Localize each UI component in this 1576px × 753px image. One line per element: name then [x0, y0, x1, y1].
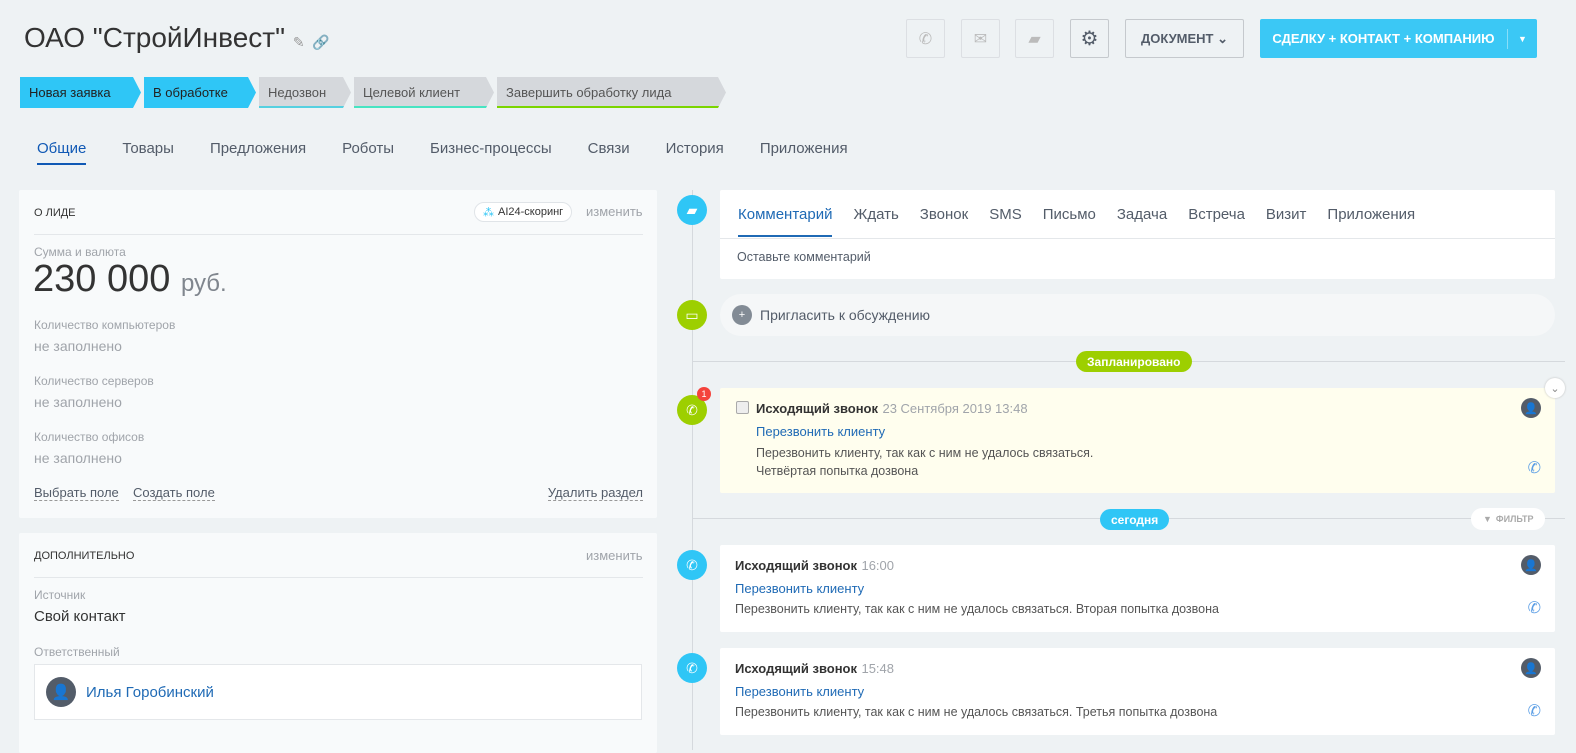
call-event-card: Исходящий звонок 15:48 Перезвонить клиен… [720, 648, 1555, 735]
scoring-badge[interactable]: ⁂ AI24-скоринг [474, 202, 573, 222]
edit-link[interactable]: изменить [586, 204, 643, 219]
tab-apps[interactable]: Приложения [760, 140, 848, 165]
gear-icon: ⚙ [1080, 28, 1099, 50]
phone-icon[interactable]: ✆ [1528, 458, 1541, 478]
extra-card: Дополнительно изменить Источник Свой кон… [19, 533, 657, 753]
section-title: О лиде [34, 207, 76, 219]
settings-button[interactable]: ⚙ [1070, 19, 1109, 58]
invite-input[interactable]: + Пригласить к обсуждению [720, 294, 1555, 336]
create-field-link[interactable]: Создать поле [133, 485, 215, 501]
activity-tab-email[interactable]: Письмо [1043, 206, 1096, 237]
tab-general[interactable]: Общие [37, 140, 87, 165]
field-value[interactable]: не заполнено [34, 450, 122, 466]
tab-links[interactable]: Связи [588, 140, 630, 165]
event-text: Перезвонить клиенту, так как с ним не уд… [735, 705, 1218, 719]
today-label: сегодня [1100, 509, 1170, 530]
event-link[interactable]: Перезвонить клиенту [735, 581, 864, 596]
phone-icon[interactable]: ✆ [1528, 701, 1541, 721]
event-text: Перезвонить клиенту, так как с ним не уд… [735, 602, 1219, 616]
about-lead-card: О лиде ⁂ AI24-скоринг изменить Сумма и ва… [19, 190, 657, 518]
activity-tab-wait[interactable]: Ждать [853, 206, 898, 237]
phone-icon[interactable]: ✆ [1528, 598, 1541, 618]
event-header: Исходящий звонок 16:00 [735, 558, 895, 573]
comment-input[interactable]: Оставьте комментарий [737, 250, 871, 264]
activity-tabs: Комментарий Ждать Звонок SMS Письмо Зада… [738, 206, 1415, 237]
field-label: Количество компьютеров [34, 318, 176, 332]
field-label: Количество серверов [34, 374, 154, 388]
filter-icon: ▼ [1483, 514, 1492, 524]
activity-tab-sms[interactable]: SMS [989, 206, 1022, 237]
stage-processing[interactable]: В обработке [144, 77, 256, 108]
tab-history[interactable]: История [666, 140, 724, 165]
chat-icon: ▰ [1028, 30, 1041, 48]
activity-tab-apps[interactable]: Приложения [1327, 206, 1415, 237]
user-avatar-icon[interactable]: 👤 [1521, 658, 1541, 678]
stage-target[interactable]: Целевой клиент [354, 77, 494, 108]
phone-icon: ✆ [677, 550, 707, 580]
scheduled-call-card: Исходящий звонок 23 Сентября 2019 13:48 … [720, 388, 1555, 493]
stage-bar: Новая заявка В обработке Недозвон Целево… [20, 77, 726, 108]
main-tabs: Общие Товары Предложения Роботы Бизнес-п… [37, 140, 848, 165]
comment-icon: ▰ [677, 195, 707, 225]
chat-button[interactable]: ▰ [1015, 19, 1054, 58]
chevron-down-icon: ⌄ [1217, 30, 1229, 46]
user-avatar-icon: 👤 [46, 677, 76, 707]
event-link[interactable]: Перезвонить клиенту [756, 424, 885, 439]
event-header: Исходящий звонок 23 Сентября 2019 13:48 [756, 401, 1028, 416]
filter-button[interactable]: ▼ ФИЛЬТР [1471, 508, 1546, 530]
add-user-icon: + [732, 305, 752, 325]
user-avatar-icon[interactable]: 👤 [1521, 398, 1541, 418]
planned-label: Запланировано [1076, 351, 1192, 372]
phone-icon: ✆ [677, 653, 707, 683]
field-label: Количество офисов [34, 430, 145, 444]
pencil-icon[interactable]: ✎ [293, 34, 305, 50]
dropdown-arrow-icon[interactable]: ▼ [1507, 28, 1537, 49]
call-button[interactable]: ✆ [906, 19, 945, 58]
tab-robots[interactable]: Роботы [342, 140, 394, 165]
tab-bp[interactable]: Бизнес-процессы [430, 140, 552, 165]
responsible-box: 👤 Илья Горобинский [34, 664, 642, 720]
responsible-link[interactable]: Илья Горобинский [86, 684, 214, 701]
convert-button[interactable]: СДЕЛКУ + КОНТАКТ + КОМПАНИЮ ▼ [1260, 19, 1537, 58]
activity-tab-call[interactable]: Звонок [920, 206, 968, 237]
responsible-label: Ответственный [34, 645, 120, 659]
field-value[interactable]: не заполнено [34, 338, 122, 354]
section-title: Дополнительно [34, 550, 135, 562]
edit-link[interactable]: изменить [586, 548, 643, 563]
delete-section-link[interactable]: Удалить раздел [547, 485, 643, 501]
source-value: Свой контакт [34, 608, 126, 625]
activity-tab-task[interactable]: Задача [1117, 206, 1167, 237]
page-title: ОАО "СтройИнвест" ✎ 🔗 [24, 22, 330, 53]
field-value[interactable]: не заполнено [34, 394, 122, 410]
activity-tab-meeting[interactable]: Встреча [1188, 206, 1245, 237]
document-button[interactable]: ДОКУМЕНТ ⌄ [1125, 19, 1244, 58]
stage-new[interactable]: Новая заявка [20, 77, 141, 108]
stage-finish[interactable]: Завершить обработку лида [497, 77, 726, 108]
phone-icon: ✆ [918, 30, 933, 48]
amount-label: Сумма и валюта [34, 245, 126, 259]
link-icon[interactable]: 🔗 [312, 34, 329, 50]
activity-tab-visit[interactable]: Визит [1266, 206, 1307, 237]
event-text: Четвёртая попытка дозвона [756, 464, 919, 478]
counter-badge: 1 [697, 387, 711, 401]
chat-icon: ▭ [677, 300, 707, 330]
chevron-down-icon[interactable]: ⌄ [1545, 378, 1565, 398]
email-button[interactable]: ✉ [961, 19, 1000, 58]
select-field-link[interactable]: Выбрать поле [34, 485, 119, 501]
event-text: Перезвонить клиенту, так как с ним не уд… [756, 446, 1094, 460]
activity-editor: Комментарий Ждать Звонок SMS Письмо Зада… [720, 190, 1555, 279]
source-label: Источник [34, 588, 86, 602]
tab-offers[interactable]: Предложения [210, 140, 306, 165]
stage-no-answer[interactable]: Недозвон [259, 77, 351, 108]
complete-checkbox[interactable] [736, 401, 749, 414]
user-avatar-icon[interactable]: 👤 [1521, 555, 1541, 575]
activity-tab-comment[interactable]: Комментарий [738, 206, 833, 237]
event-link[interactable]: Перезвонить клиенту [735, 684, 864, 699]
call-event-card: Исходящий звонок 16:00 Перезвонить клиен… [720, 545, 1555, 632]
tab-products[interactable]: Товары [122, 140, 174, 165]
amount-value: 230 000 руб. [33, 258, 227, 300]
event-header: Исходящий звонок 15:48 [735, 661, 895, 676]
scoring-icon: ⁂ [483, 206, 494, 219]
mail-icon: ✉ [973, 30, 988, 48]
